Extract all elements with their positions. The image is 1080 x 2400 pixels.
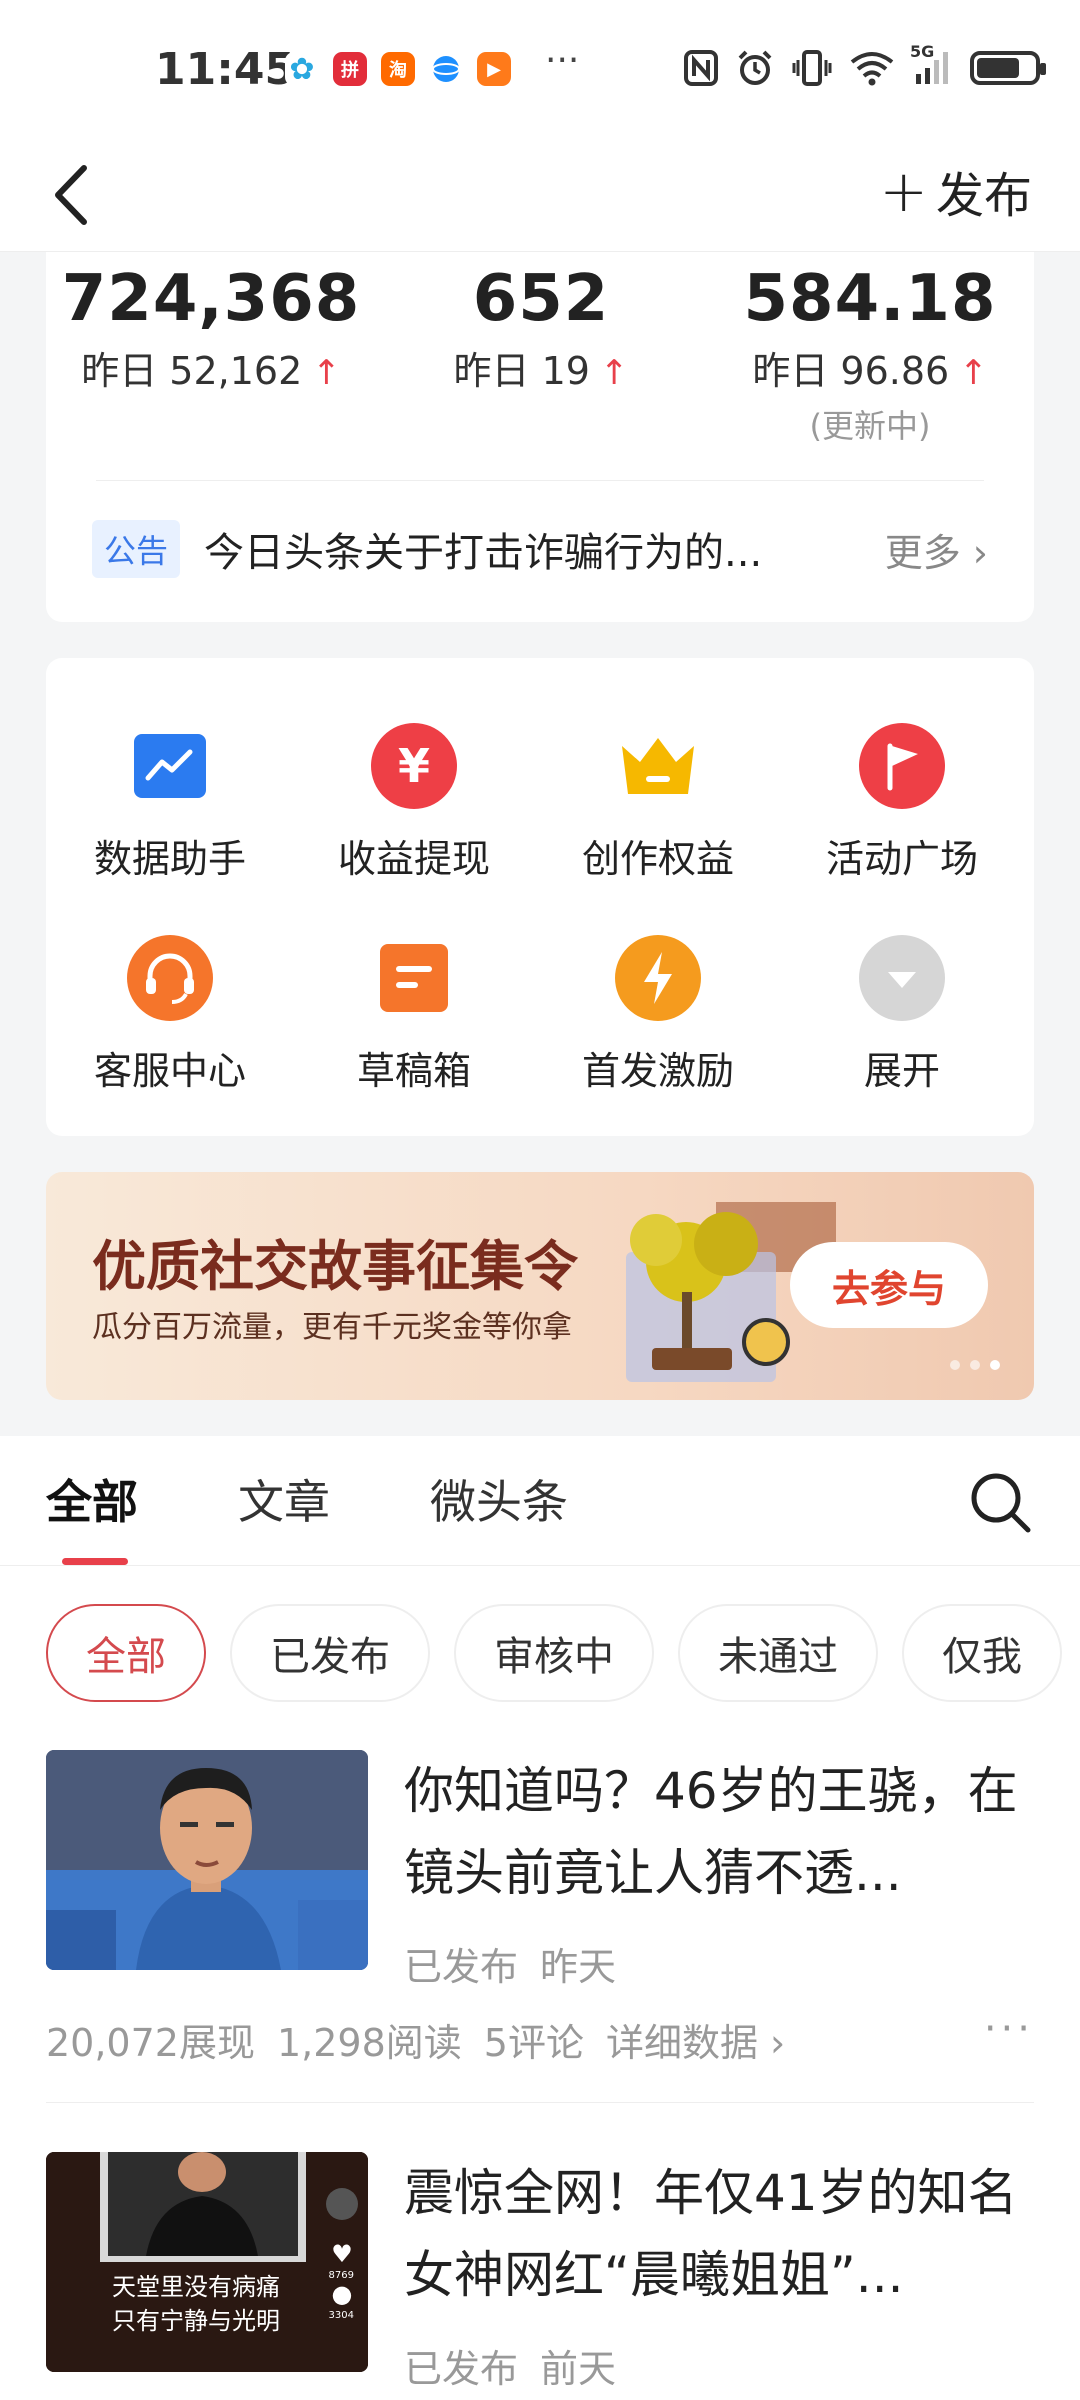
article-title[interactable]: 震惊全网！年仅41岁的知名女神网红“晨曦姐姐”... <box>404 2152 1034 2316</box>
tab-micro-posts[interactable]: 微头条 <box>430 1466 568 1532</box>
stat-income[interactable]: 584.18 昨日 96.86 ↑ (更新中) <box>706 262 1034 447</box>
stat-value: 652 <box>472 262 610 336</box>
tool-income-withdraw[interactable]: ¥ 收益提现 <box>294 722 534 883</box>
banner-title: 优质社交故事征集令 <box>92 1235 578 1298</box>
status-filter-chips: 全部 已发布 审核中 未通过 仅我 <box>46 1604 1062 1702</box>
nfc-icon <box>684 50 718 86</box>
network-type-label: 5G <box>910 42 935 61</box>
announcement-more-link[interactable]: 更多 › <box>885 522 988 577</box>
carousel-indicator <box>950 1360 1000 1370</box>
lightning-icon <box>614 934 702 1022</box>
thumbnail-caption: 天堂里没有病痛 只有宁静与光明 <box>112 2273 280 2335</box>
stat-views[interactable]: 724,368 昨日 52,162 ↑ <box>46 262 376 395</box>
crown-icon <box>614 722 702 810</box>
vibrate-icon <box>792 50 832 86</box>
announcement-tag: 公告 <box>92 520 181 578</box>
promo-banner[interactable]: 优质社交故事征集令 瓜分百万流量，更有千元奖金等你拿 去参与 <box>46 1172 1034 1400</box>
status-time: 11:45 <box>155 44 296 95</box>
updating-note: (更新中) <box>809 407 931 445</box>
announcement-text: 今日头条关于打击诈骗行为的... <box>204 530 763 576</box>
svg-text:♥: ♥ <box>331 2240 353 2268</box>
yuan-icon: ¥ <box>370 722 458 810</box>
up-arrow-icon: ↑ <box>599 353 629 393</box>
stats-card: 724,368 昨日 52,162 ↑ 652 昨日 19 ↑ 584.18 昨日 … <box>46 252 1034 622</box>
plus-icon: + <box>879 157 928 225</box>
article-item[interactable]: 你知道吗？46岁的王骁，在镜头前竟让人猜不透... 已发布 昨天 20,072展现… <box>46 1750 1034 2080</box>
search-icon <box>971 1473 1031 1533</box>
tool-creator-rights[interactable]: 创作权益 <box>538 722 778 883</box>
filter-all[interactable]: 全部 <box>46 1604 206 1702</box>
announcement-row[interactable]: 公告 今日头条关于打击诈骗行为的... 更多 › <box>92 514 988 584</box>
banner-join-button[interactable]: 去参与 <box>790 1242 988 1328</box>
tool-expand[interactable]: 展开 <box>782 934 1022 1095</box>
chevron-right-icon: › <box>972 530 988 575</box>
stat-value: 724,368 <box>61 262 361 336</box>
thumbnail-like-count: 8769 <box>328 2270 354 2281</box>
search-button[interactable] <box>968 1470 1032 1534</box>
banner-subtitle: 瓜分百万流量，更有千元奖金等你拿 <box>92 1310 572 1345</box>
detail-data-link[interactable]: 详细数据 › <box>606 2021 785 2065</box>
active-tab-indicator <box>62 1558 128 1565</box>
taobao-app-icon: 淘 <box>381 52 415 86</box>
top-nav-bar: + 发布 <box>0 140 1080 252</box>
article-thumbnail <box>46 1750 368 1970</box>
more-notifications-icon: ··· <box>545 40 580 81</box>
filter-private[interactable]: 仅我 <box>902 1604 1062 1702</box>
tab-all[interactable]: 全部 <box>46 1466 138 1532</box>
up-arrow-icon: ↑ <box>312 353 341 393</box>
article-thumbnail: ♥ ● 天堂里没有病痛 只有宁静与光明 8769 3304 <box>46 2152 368 2372</box>
up-arrow-icon: ↑ <box>959 353 988 393</box>
svg-text:¥: ¥ <box>398 739 430 793</box>
draft-icon <box>370 934 458 1022</box>
tool-data-assistant[interactable]: 数据助手 <box>50 722 290 883</box>
content-panel: 全部 文章 微头条 全部 已发布 审核中 未通过 仅我 你知道吗？46岁的王骁，… <box>0 1436 1080 2400</box>
back-button[interactable] <box>40 160 110 230</box>
filter-rejected[interactable]: 未通过 <box>678 1604 878 1702</box>
filter-published[interactable]: 已发布 <box>230 1604 430 1702</box>
stat-yesterday: 昨日 19 ↑ <box>453 349 629 393</box>
chevron-left-icon <box>55 165 87 225</box>
publish-label: 发布 <box>935 168 1032 224</box>
divider <box>46 2102 1034 2103</box>
article-meta: 已发布 前天 <box>404 2347 617 2391</box>
tool-activity-square[interactable]: 活动广场 <box>782 722 1022 883</box>
tab-articles[interactable]: 文章 <box>238 1466 330 1532</box>
more-options-icon[interactable]: ··· <box>984 2006 1034 2052</box>
publish-button[interactable]: + 发布 <box>879 156 1032 226</box>
headset-icon <box>126 934 214 1022</box>
notification-app-icons: ✿ 拼 淘 ▶ <box>285 52 511 87</box>
tool-customer-service[interactable]: 客服中心 <box>50 934 290 1095</box>
article-item[interactable]: ♥ ● 天堂里没有病痛 只有宁静与光明 8769 3304 震惊全网！年仅41岁… <box>46 2152 1034 2391</box>
divider <box>96 480 984 481</box>
article-title[interactable]: 你知道吗？46岁的王骁，在镜头前竟让人猜不透... <box>404 1750 1034 1914</box>
thumbnail-comment-count: 3304 <box>328 2310 354 2321</box>
stat-value: 584.18 <box>743 262 997 336</box>
stat-yesterday: 昨日 96.86 ↑ <box>752 349 988 393</box>
chart-icon <box>126 722 214 810</box>
article-meta: 已发布 昨天 <box>404 1945 617 1989</box>
stat-yesterday: 昨日 52,162 ↑ <box>81 349 341 393</box>
tool-drafts[interactable]: 草稿箱 <box>294 934 534 1095</box>
article-stats: 20,072展现 1,298阅读 5评论 详细数据 › <box>46 2021 786 2065</box>
tool-first-publish-incentive[interactable]: 首发激励 <box>538 934 778 1095</box>
svg-text:●: ● <box>332 2280 353 2308</box>
stat-fans[interactable]: 652 昨日 19 ↑ <box>376 262 706 395</box>
alarm-icon <box>736 50 774 86</box>
pinwheel-app-icon: ✿ <box>285 52 319 87</box>
filter-reviewing[interactable]: 审核中 <box>454 1604 654 1702</box>
battery-icon <box>970 51 1046 85</box>
content-tabs: 全部 文章 微头条 <box>0 1436 1080 1566</box>
pinduoduo-app-icon: 拼 <box>333 52 367 86</box>
flag-icon <box>858 722 946 810</box>
status-bar: 11:45 ✿ 拼 淘 ▶ ··· 5G <box>0 0 1080 140</box>
cellular-signal-icon: 5G <box>910 42 952 86</box>
system-status-icons: 5G <box>684 42 1046 86</box>
tools-grid: 数据助手 ¥ 收益提现 创作权益 活动广场 客服中心 草稿箱 首发激励 展开 <box>46 658 1034 1136</box>
wifi-icon <box>850 50 894 86</box>
video-app-icon: ▶ <box>477 52 511 86</box>
browser-app-icon <box>429 52 463 86</box>
expand-icon <box>858 934 946 1022</box>
